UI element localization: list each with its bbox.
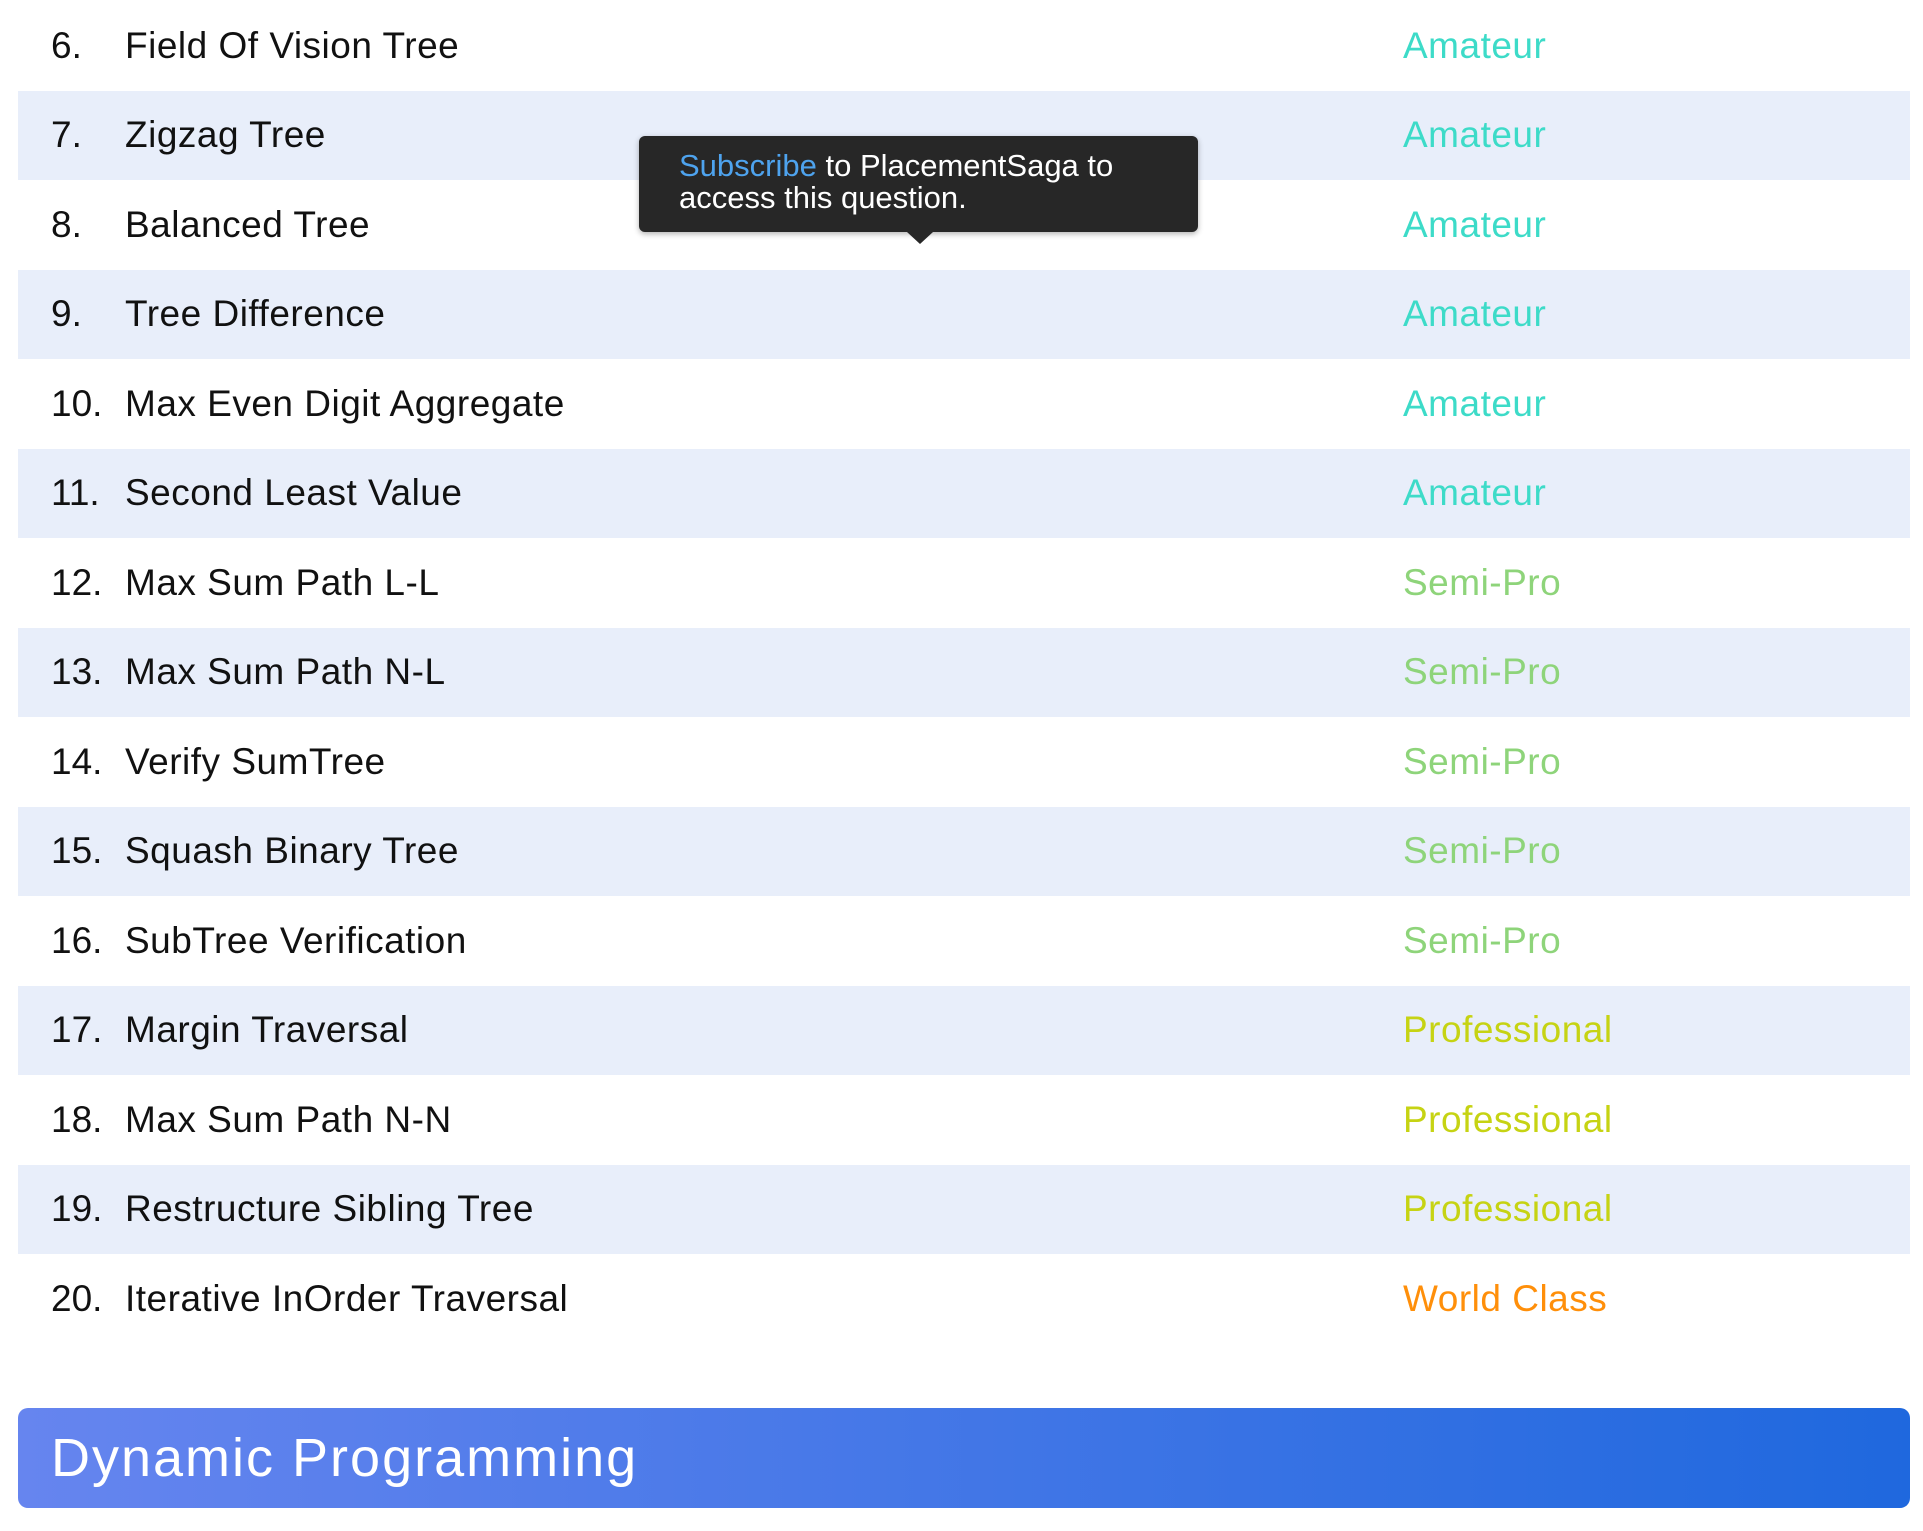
question-title[interactable]: Max Sum Path N-N xyxy=(125,1099,452,1141)
question-row[interactable]: 9. Tree Difference Amateur xyxy=(18,269,1910,359)
question-title[interactable]: Max Even Digit Aggregate xyxy=(125,383,565,425)
question-row[interactable]: 15. Squash Binary Tree Semi-Pro xyxy=(18,806,1910,896)
difficulty-label: Amateur xyxy=(1403,382,1547,424)
difficulty-label: Semi-Pro xyxy=(1403,830,1562,872)
question-title[interactable]: Balanced Tree xyxy=(125,204,370,246)
question-title[interactable]: SubTree Verification xyxy=(125,920,467,962)
subscribe-link[interactable]: Subscribe xyxy=(679,148,817,183)
difficulty-label: Amateur xyxy=(1403,114,1547,156)
question-title[interactable]: Iterative InOrder Traversal xyxy=(125,1278,568,1320)
difficulty-label: Semi-Pro xyxy=(1403,561,1562,603)
question-number: 14. xyxy=(51,740,103,782)
question-number: 8. xyxy=(51,203,82,245)
question-row[interactable]: 19. Restructure Sibling Tree Professional xyxy=(18,1164,1910,1254)
difficulty-label: Amateur xyxy=(1403,203,1547,245)
question-title[interactable]: Tree Difference xyxy=(125,293,385,335)
question-number: 19. xyxy=(51,1188,103,1230)
question-row[interactable]: 20. Iterative InOrder Traversal World Clas… xyxy=(18,1254,1910,1344)
difficulty-label: Amateur xyxy=(1403,472,1547,514)
question-row[interactable]: 18. Max Sum Path N-N Professional xyxy=(18,1075,1910,1165)
question-number: 17. xyxy=(51,1009,103,1051)
difficulty-label: Professional xyxy=(1403,1009,1613,1051)
question-number: 16. xyxy=(51,919,103,961)
difficulty-label: Semi-Pro xyxy=(1403,740,1562,782)
question-number: 6. xyxy=(51,24,82,66)
question-number: 20. xyxy=(51,1277,103,1319)
question-row[interactable]: 12. Max Sum Path L-L Semi-Pro xyxy=(18,538,1910,628)
question-row[interactable]: 10. Max Even Digit Aggregate Amateur xyxy=(18,359,1910,449)
difficulty-label: Amateur xyxy=(1403,24,1547,66)
question-title[interactable]: Verify SumTree xyxy=(125,741,386,783)
question-row[interactable]: 11. Second Least Value Amateur xyxy=(18,448,1910,538)
question-number: 10. xyxy=(51,382,103,424)
difficulty-label: Amateur xyxy=(1403,293,1547,335)
question-title[interactable]: Margin Traversal xyxy=(125,1009,409,1051)
difficulty-label: Semi-Pro xyxy=(1403,919,1562,961)
section-header-dynamic-programming[interactable]: Dynamic Programming xyxy=(18,1408,1910,1508)
difficulty-label: Semi-Pro xyxy=(1403,651,1562,693)
question-title[interactable]: Zigzag Tree xyxy=(125,114,326,156)
difficulty-label: Professional xyxy=(1403,1188,1613,1230)
question-number: 13. xyxy=(51,651,103,693)
difficulty-label: Professional xyxy=(1403,1098,1613,1140)
question-row[interactable]: 17. Margin Traversal Professional xyxy=(18,985,1910,1075)
question-row[interactable]: 13. Max Sum Path N-L Semi-Pro xyxy=(18,627,1910,717)
question-number: 11. xyxy=(51,472,100,514)
question-row[interactable]: 6. Field Of Vision Tree Amateur xyxy=(18,1,1910,91)
question-row[interactable]: 14. Verify SumTree Semi-Pro xyxy=(18,717,1910,807)
subscribe-tooltip: Subscribe to PlacementSaga to access thi… xyxy=(639,136,1198,244)
question-number: 15. xyxy=(51,830,103,872)
question-title[interactable]: Second Least Value xyxy=(125,472,462,514)
question-number: 12. xyxy=(51,561,103,603)
question-title[interactable]: Max Sum Path N-L xyxy=(125,651,446,693)
section-title: Dynamic Programming xyxy=(51,1428,639,1488)
question-number: 9. xyxy=(51,293,82,335)
question-number: 7. xyxy=(51,114,82,156)
question-title[interactable]: Max Sum Path L-L xyxy=(125,562,439,604)
tooltip-arrow xyxy=(907,232,933,244)
question-title[interactable]: Field Of Vision Tree xyxy=(125,25,459,67)
question-row[interactable]: 16. SubTree Verification Semi-Pro xyxy=(18,896,1910,986)
question-title[interactable]: Restructure Sibling Tree xyxy=(125,1188,534,1230)
question-number: 18. xyxy=(51,1098,103,1140)
difficulty-label: World Class xyxy=(1403,1277,1608,1319)
question-title[interactable]: Squash Binary Tree xyxy=(125,830,459,872)
